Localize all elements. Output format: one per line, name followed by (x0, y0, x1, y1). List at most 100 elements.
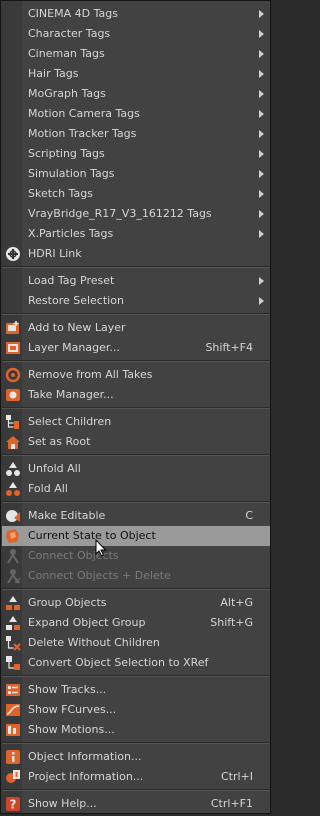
menu-item-label: Restore Selection (28, 294, 124, 307)
fcurves-icon (5, 702, 21, 718)
menu-item-unfold-all[interactable]: Unfold All (2, 459, 270, 479)
submenu-arrow-icon (259, 170, 264, 178)
menu-item-add-to-new-layer[interactable]: Add to New Layer (2, 318, 270, 338)
submenu-arrow-icon (259, 210, 264, 218)
menu-item-label: HDRI Link (28, 247, 82, 260)
menu-item-label: Simulation Tags (28, 167, 115, 180)
menu-item-label: Show Help... (28, 797, 97, 810)
menu-item-expand-object-group[interactable]: Expand Object Group Shift+G (2, 613, 270, 633)
menu-item-label: Sketch Tags (28, 187, 93, 200)
menu-item-scripting-tags[interactable]: Scripting Tags (2, 144, 270, 164)
motions-icon (5, 722, 21, 738)
submenu-arrow-icon (259, 50, 264, 58)
submenu-arrow-icon (259, 10, 264, 18)
menu-item-set-as-root[interactable]: Set as Root (2, 432, 270, 452)
menu-item-cinema-4d-tags[interactable]: CINEMA 4D Tags (2, 4, 270, 24)
submenu-arrow-icon (259, 230, 264, 238)
context-menu: CINEMA 4D Tags Character Tags Cineman Tags… (0, 0, 271, 814)
menu-item-select-children[interactable]: Select Children (2, 412, 270, 432)
menu-item-label: Fold All (28, 482, 68, 495)
menu-item-x-particles-tags[interactable]: X.Particles Tags (2, 224, 270, 244)
menu-item-label: MoGraph Tags (28, 87, 106, 100)
menu-item-label: Layer Manager... (28, 341, 120, 354)
menu-item-fold-all[interactable]: Fold All (2, 479, 270, 499)
menu-item-label: Motion Tracker Tags (28, 127, 137, 140)
menu-item-load-tag-preset[interactable]: Load Tag Preset (2, 271, 270, 291)
menu-item-hair-tags[interactable]: Hair Tags (2, 64, 270, 84)
shortcut-label: Ctrl+I (220, 770, 253, 783)
submenu-arrow-icon (259, 70, 264, 78)
menu-item-show-motions[interactable]: Show Motions... (2, 720, 270, 740)
menu-item-motion-tracker-tags[interactable]: Motion Tracker Tags (2, 124, 270, 144)
layer-manager-icon (5, 340, 21, 356)
menu-item-label: Unfold All (28, 462, 81, 475)
menu-separator (2, 313, 270, 315)
menu-item-vraybridge-r17-v3-161212-tags[interactable]: VrayBridge_R17_V3_161212 Tags (2, 204, 270, 224)
project-info-icon (5, 769, 21, 785)
submenu-arrow-icon (259, 150, 264, 158)
menu-item-label: Select Children (28, 415, 112, 428)
menu-item-take-manager[interactable]: Take Manager... (2, 385, 270, 405)
menu-item-hdri-link[interactable]: HDRI Link (2, 244, 270, 264)
menu-item-connect-objects: Connect Objects (2, 546, 270, 566)
xref-icon (5, 655, 21, 671)
shortcut-label: Ctrl+F1 (210, 797, 253, 810)
menu-item-label: Delete Without Children (28, 636, 160, 649)
select-children-icon (5, 414, 21, 430)
menu-item-project-information[interactable]: Project Information... Ctrl+I (2, 767, 270, 787)
menu-item-show-help[interactable]: ? Show Help... Ctrl+F1 (2, 794, 270, 814)
menu-item-layer-manager[interactable]: Layer Manager... Shift+F4 (2, 338, 270, 358)
menu-item-group-objects[interactable]: Group Objects Alt+G (2, 593, 270, 613)
menu-item-label: Motion Camera Tags (28, 107, 140, 120)
menu-item-label: Object Information... (28, 750, 142, 763)
menu-item-sketch-tags[interactable]: Sketch Tags (2, 184, 270, 204)
menu-item-character-tags[interactable]: Character Tags (2, 24, 270, 44)
menu-item-motion-camera-tags[interactable]: Motion Camera Tags (2, 104, 270, 124)
current-state-icon (5, 528, 21, 544)
menu-item-label: Show Tracks... (28, 683, 107, 696)
menu-separator (2, 675, 270, 677)
menu-item-label: VrayBridge_R17_V3_161212 Tags (28, 207, 212, 220)
menu-separator (2, 360, 270, 362)
hdri-link-icon (5, 246, 21, 262)
menu-item-remove-from-all-takes[interactable]: Remove from All Takes (2, 365, 270, 385)
menu-item-delete-without-children[interactable]: Delete Without Children (2, 633, 270, 653)
menu-item-label: Make Editable (28, 509, 106, 522)
shortcut-label: Alt+G (220, 596, 253, 609)
submenu-arrow-icon (259, 130, 264, 138)
delete-no-children-icon (5, 635, 21, 651)
menu-separator (2, 501, 270, 503)
menu-item-label: Connect Objects + Delete (28, 569, 171, 582)
expand-group-icon (5, 615, 21, 631)
menu-item-connect-objects-delete: Connect Objects + Delete (2, 566, 270, 586)
submenu-arrow-icon (259, 277, 264, 285)
unfold-all-icon (5, 461, 21, 477)
menu-separator (2, 789, 270, 791)
menu-item-show-tracks[interactable]: Show Tracks... (2, 680, 270, 700)
shortcut-label: Shift+G (210, 616, 253, 629)
menu-item-object-information[interactable]: Object Information... (2, 747, 270, 767)
submenu-arrow-icon (259, 90, 264, 98)
menu-item-label: X.Particles Tags (28, 227, 114, 240)
set-root-icon (5, 434, 21, 450)
menu-separator (2, 588, 270, 590)
menu-item-convert-object-selection-to-xref[interactable]: Convert Object Selection to XRef (2, 653, 270, 673)
menu-item-restore-selection[interactable]: Restore Selection (2, 291, 270, 311)
fold-all-icon (5, 481, 21, 497)
submenu-arrow-icon (259, 190, 264, 198)
shortcut-label: Shift+F4 (205, 341, 253, 354)
menu-separator (2, 407, 270, 409)
menu-item-cineman-tags[interactable]: Cineman Tags (2, 44, 270, 64)
menu-item-label: Current State to Object (28, 529, 156, 542)
menu-item-label: Load Tag Preset (28, 274, 115, 287)
add-layer-icon (5, 320, 21, 336)
menu-item-label: Take Manager... (28, 388, 114, 401)
menu-item-current-state-to-object[interactable]: Current State to Object (2, 526, 270, 546)
menu-item-mograph-tags[interactable]: MoGraph Tags (2, 84, 270, 104)
menu-item-make-editable[interactable]: Make Editable C (2, 506, 270, 526)
svg-text:?: ? (10, 798, 17, 812)
submenu-arrow-icon (259, 297, 264, 305)
menu-item-show-fcurves[interactable]: Show FCurves... (2, 700, 270, 720)
menu-item-simulation-tags[interactable]: Simulation Tags (2, 164, 270, 184)
shortcut-label: C (245, 509, 253, 522)
